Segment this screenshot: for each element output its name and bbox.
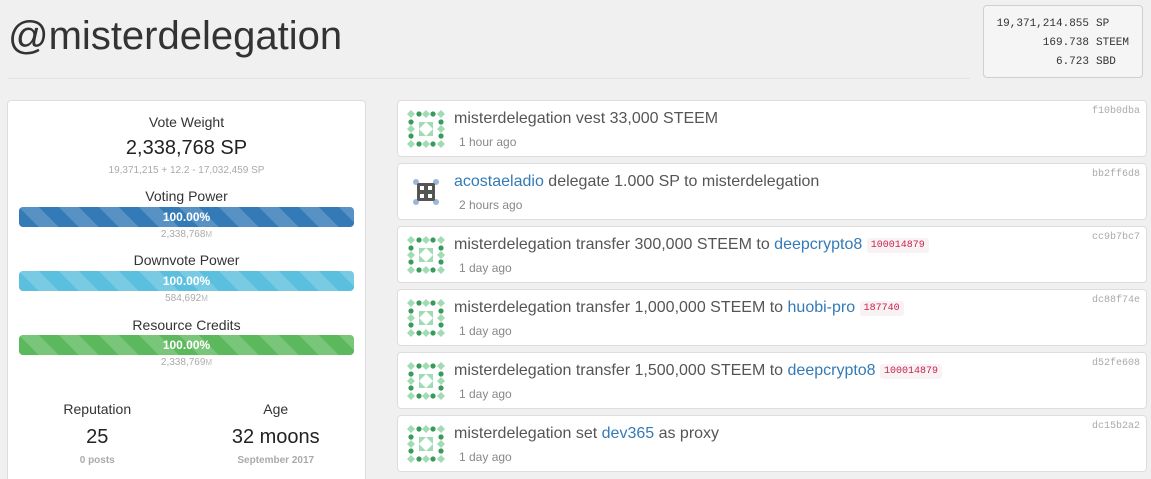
feed-item-time[interactable]: 1 day ago xyxy=(459,261,512,275)
join-date: September 2017 xyxy=(237,455,315,466)
resource-credits-sub: 2,338,769M xyxy=(160,357,213,368)
downvote-power-label: Downvote Power xyxy=(133,252,240,268)
reputation-label: Reputation xyxy=(63,401,132,417)
balance-box: 19,371,214.855 SP 169.738 STEEM 6.723 SBD xyxy=(983,5,1143,78)
memo-badge: 100014879 xyxy=(866,238,929,253)
memo-badge: 187740 xyxy=(859,301,904,316)
balance-steem: 169.738 STEEM xyxy=(1042,37,1130,49)
feed-item-text: misterdelegation transfer 300,000 STEEM … xyxy=(454,236,929,254)
feed-item-time[interactable]: 1 day ago xyxy=(459,387,512,401)
balance-sp: 19,371,214.855 SP xyxy=(996,18,1110,30)
transaction-hash[interactable]: f10b0dba xyxy=(1092,106,1140,117)
vote-weight-value: 2,338,768 SP xyxy=(125,137,248,159)
feed-item-text: acostaeladio delegate 1.000 SP to mister… xyxy=(454,173,819,191)
avatar[interactable] xyxy=(406,172,446,212)
feed-item: misterdelegation transfer 1,500,000 STEE… xyxy=(397,352,1147,409)
feed-item-text: misterdelegation set dev365 as proxy xyxy=(454,425,719,443)
downvote-power-bar: 100.00% xyxy=(19,271,354,291)
identicon-dice-icon xyxy=(413,179,439,205)
identicon-green-icon xyxy=(407,425,445,463)
age-stat: Age 32 moons September 2017 xyxy=(187,401,366,466)
resource-credits-label: Resource Credits xyxy=(132,317,241,333)
downvote-power-fill: 100.00% xyxy=(19,271,354,291)
downvote-power-sub: 584,692M xyxy=(165,293,208,304)
feed-item-text: misterdelegation transfer 1,500,000 STEE… xyxy=(454,362,943,380)
identicon-green-icon xyxy=(407,236,445,274)
feed-item: misterdelegation transfer 300,000 STEEM … xyxy=(397,226,1147,283)
age-label: Age xyxy=(263,401,289,417)
avatar[interactable] xyxy=(406,235,446,275)
title-divider xyxy=(8,78,970,79)
feed-item-time[interactable]: 1 day ago xyxy=(459,324,512,338)
identicon-green-icon xyxy=(407,299,445,337)
reputation-value: 25 xyxy=(86,426,109,448)
feed-item-text-part: misterdelegation transfer 1,500,000 STEE… xyxy=(454,362,788,379)
voting-power-fill: 100.00% xyxy=(19,207,354,227)
feed-item-text-part: as proxy xyxy=(654,425,720,442)
account-link[interactable]: huobi-pro xyxy=(788,299,856,316)
vote-weight-breakdown: 19,371,215 + 12.2 - 17,032,459 SP xyxy=(108,165,265,176)
avatar[interactable] xyxy=(406,298,446,338)
account-stats-panel: Vote Weight 2,338,768 SP 19,371,215 + 12… xyxy=(7,100,366,479)
feed-item-time[interactable]: 1 hour ago xyxy=(459,135,516,149)
resource-credits-fill: 100.00% xyxy=(19,335,354,355)
feed-item: acostaeladio delegate 1.000 SP to mister… xyxy=(397,163,1147,220)
feed-item: misterdelegation vest 33,000 STEEM 1 hour… xyxy=(397,100,1147,157)
post-count: 0 posts xyxy=(79,455,115,466)
transaction-hash[interactable]: dc88f74e xyxy=(1092,295,1140,306)
voting-power-label: Voting Power xyxy=(145,188,228,204)
account-link[interactable]: deepcrypto8 xyxy=(788,362,876,379)
avatar[interactable] xyxy=(406,361,446,401)
feed-item-text-part: misterdelegation transfer 300,000 STEEM … xyxy=(454,236,775,253)
feed-item: misterdelegation transfer 1,000,000 STEE… xyxy=(397,289,1147,346)
avatar[interactable] xyxy=(406,424,446,464)
feed-item-text-part: delegate 1.000 SP to misterdelegation xyxy=(543,173,820,190)
identicon-green-icon xyxy=(407,110,445,148)
voting-power-bar: 100.00% xyxy=(19,207,354,227)
identicon-green-icon xyxy=(407,362,445,400)
transaction-hash[interactable]: cc9b7bc7 xyxy=(1092,232,1140,243)
page-title: @misterdelegation xyxy=(8,14,343,58)
vote-weight-label: Vote Weight xyxy=(148,114,225,130)
account-link[interactable]: dev365 xyxy=(602,425,655,442)
feed-item-text-part: misterdelegation transfer 1,000,000 STEE… xyxy=(454,299,788,316)
feed-item-time[interactable]: 1 day ago xyxy=(459,450,512,464)
feed-item-text-part: misterdelegation set xyxy=(454,425,602,442)
resource-credits-bar: 100.00% xyxy=(19,335,354,355)
feed-item-text: misterdelegation transfer 1,000,000 STEE… xyxy=(454,299,904,317)
transaction-hash[interactable]: d52fe608 xyxy=(1092,358,1140,369)
balance-sbd: 6.723 SBD xyxy=(1055,56,1116,68)
feed-item: misterdelegation set dev365 as proxy 1 da… xyxy=(397,415,1147,472)
feed-item-time[interactable]: 2 hours ago xyxy=(459,198,522,212)
age-value: 32 moons xyxy=(231,426,320,448)
memo-badge: 100014879 xyxy=(880,364,943,379)
avatar[interactable] xyxy=(406,109,446,149)
account-link[interactable]: deepcrypto8 xyxy=(774,236,862,253)
voting-power-sub: 2,338,768M xyxy=(160,229,213,240)
account-link[interactable]: acostaeladio xyxy=(454,173,544,190)
transaction-hash[interactable]: bb2ff6d8 xyxy=(1092,169,1140,180)
feed-item-text-part: misterdelegation vest 33,000 STEEM xyxy=(454,110,719,127)
feed-item-text: misterdelegation vest 33,000 STEEM xyxy=(454,110,718,128)
reputation-stat: Reputation 25 0 posts xyxy=(8,401,187,466)
transaction-hash[interactable]: dc15b2a2 xyxy=(1092,421,1140,432)
